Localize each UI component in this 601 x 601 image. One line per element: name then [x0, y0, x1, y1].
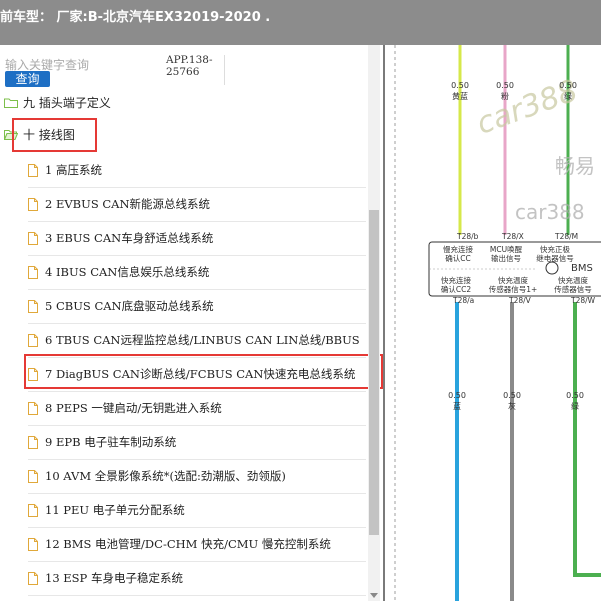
scrollbar-thumb[interactable] — [369, 210, 379, 535]
tree-item[interactable]: 10 AVM 全景影像系统*(选配:劲潮版、劲领版) — [28, 459, 366, 494]
wire-gauge: 0.50 — [559, 81, 577, 90]
tree-item[interactable]: 1 高压系统 — [28, 153, 366, 188]
wire-gauge: 0.50 — [566, 391, 584, 400]
wire-gauge: 0.50 — [496, 81, 514, 90]
connector-label: MCU唤醒 输出信号 — [489, 245, 523, 263]
connector-label: 快充正极 继电器信号 — [536, 245, 574, 263]
document-icon — [28, 571, 38, 585]
tree-item[interactable]: 13 ESP 车身电子稳定系统 — [28, 561, 366, 596]
bms-transistor-icon — [545, 261, 559, 275]
wire-color: 绿 — [564, 92, 572, 101]
folder-open-icon — [4, 129, 18, 140]
pin-label: T28/b — [457, 232, 479, 241]
tree-item-label: 6 TBUS CAN远程监控总线/LINBUS CAN LIN总线/BBUS — [45, 333, 360, 347]
connector-label: 慢充连接 确认CC — [443, 245, 473, 263]
search-button[interactable]: 查询 — [5, 71, 50, 87]
tree-item-label: 1 高压系统 — [45, 163, 102, 177]
scroll-down-arrow-icon[interactable] — [370, 593, 378, 598]
tree-item-label: 4 IBUS CAN信息娱乐总线系统 — [45, 265, 210, 279]
pin-label: T28/M — [555, 232, 579, 241]
wire-color: 黄蓝 — [452, 92, 468, 101]
connector-label: 快充温度 传感器信号1+ — [488, 276, 538, 294]
pin-label: T28/X — [502, 232, 524, 241]
document-icon — [28, 197, 38, 211]
tree-item[interactable]: 9 EPB 电子驻车制动系统 — [28, 425, 366, 460]
tree-item-label: 13 ESP 车身电子稳定系统 — [45, 571, 183, 585]
document-icon — [28, 401, 38, 415]
tree-item[interactable]: 7 DiagBUS CAN诊断总线/FCBUS CAN快速充电总线系统 — [28, 357, 366, 392]
tree-folder-terminal-definitions[interactable]: 九 插头端子定义 — [4, 92, 111, 112]
watermark: car388 — [515, 200, 585, 224]
pin-label: T28/V — [509, 296, 531, 305]
tree-item-label: 7 DiagBUS CAN诊断总线/FCBUS CAN快速充电总线系统 — [45, 367, 356, 381]
tree-item-label: 12 BMS 电池管理/DC-CHM 快充/CMU 慢充控制系统 — [45, 537, 331, 551]
tree-item-label: 2 EVBUS CAN新能源总线系统 — [45, 197, 211, 211]
wire-color: 绿 — [571, 402, 579, 411]
pin-label: T28/W — [571, 296, 596, 305]
bms-label: BMS — [571, 263, 593, 274]
document-icon — [28, 163, 38, 177]
wire-green-bottom — [573, 302, 601, 577]
document-icon — [28, 299, 38, 313]
tree-item-label: 3 EBUS CAN车身舒适总线系统 — [45, 231, 214, 245]
tree-item[interactable]: 8 PEPS 一键启动/无钥匙进入系统 — [28, 391, 366, 426]
wire-color: 粉 — [501, 92, 509, 101]
app-code: APP.138- 25766 — [166, 54, 213, 78]
wiring-diagram-viewer[interactable]: car388 畅易 car388 0.50 黄蓝 0.50 粉 0.50 绿 T… — [385, 45, 601, 601]
connector-label: 快充温度 传感器信号 — [554, 276, 592, 294]
document-icon — [28, 537, 38, 551]
document-icon — [28, 503, 38, 517]
navigation-panel: 查询 APP.138- 25766 九 插头端子定义 十 接线图 1 高压系统 2… — [0, 45, 383, 601]
folder-icon — [4, 98, 18, 108]
document-icon — [28, 265, 38, 279]
tree-item[interactable]: 4 IBUS CAN信息娱乐总线系统 — [28, 255, 366, 290]
tree-item[interactable]: 6 TBUS CAN远程监控总线/LINBUS CAN LIN总线/BBUS — [28, 323, 366, 358]
tree-item-label: 11 PEU 电子单元分配系统 — [45, 503, 185, 517]
document-icon — [28, 367, 38, 381]
divider — [224, 55, 225, 85]
tree-folder-label: 十 接线图 — [23, 127, 75, 142]
document-icon — [28, 435, 38, 449]
title-bar: 前车型： 厂家:B-北京汽车EX32019-2020 . — [0, 0, 601, 45]
connector-label: 快充连接 确认CC2 — [440, 276, 472, 294]
tree-folder-wiring-diagrams[interactable]: 十 接线图 — [4, 124, 75, 144]
document-icon — [28, 231, 38, 245]
tree-item[interactable]: 2 EVBUS CAN新能源总线系统 — [28, 187, 366, 222]
wire-color: 灰 — [508, 402, 516, 411]
tree-item-label: 5 CBUS CAN底盘驱动总线系统 — [45, 299, 214, 313]
wire-gauge: 0.50 — [448, 391, 466, 400]
tree-item-label: 10 AVM 全景影像系统*(选配:劲潮版、劲领版) — [45, 469, 286, 483]
tree-item[interactable]: 11 PEU 电子单元分配系统 — [28, 493, 366, 528]
tree-item-label: 9 EPB 电子驻车制动系统 — [45, 435, 177, 449]
vehicle-title: 前车型： 厂家:B-北京汽车EX32019-2020 . — [0, 10, 271, 25]
tree-item[interactable]: 3 EBUS CAN车身舒适总线系统 — [28, 221, 366, 256]
document-icon — [28, 333, 38, 347]
tree-item-label: 8 PEPS 一键启动/无钥匙进入系统 — [45, 401, 222, 415]
wire-gauge: 0.50 — [503, 391, 521, 400]
tree-item[interactable]: 12 BMS 电池管理/DC-CHM 快充/CMU 慢充控制系统 — [28, 527, 366, 562]
tree-folder-label: 九 插头端子定义 — [23, 95, 111, 110]
pin-label: T28/a — [453, 296, 475, 305]
wire-color: 蓝 — [453, 402, 461, 411]
tree-scrollbar[interactable] — [368, 45, 380, 601]
tree-item[interactable]: 5 CBUS CAN底盘驱动总线系统 — [28, 289, 366, 324]
wire-gauge: 0.50 — [451, 81, 469, 90]
watermark: 畅易 — [555, 154, 595, 178]
document-icon — [28, 469, 38, 483]
